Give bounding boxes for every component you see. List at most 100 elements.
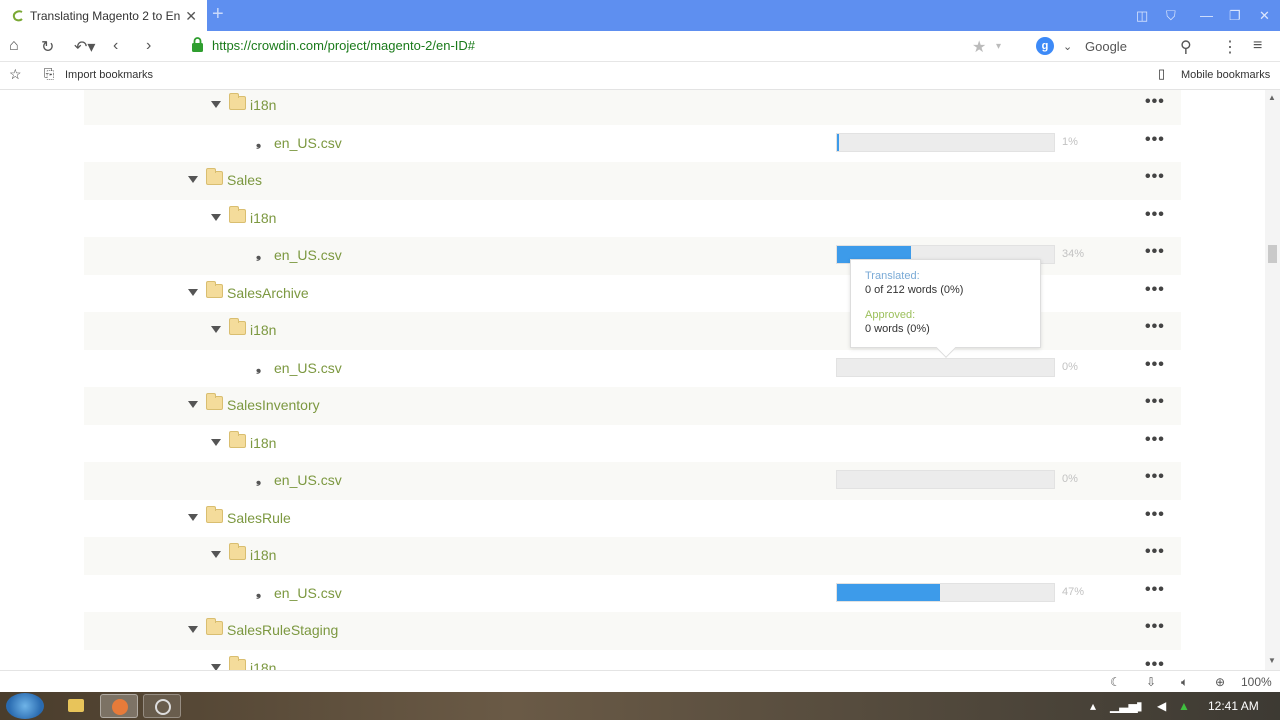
expand-arrow-icon[interactable]	[211, 326, 221, 333]
file-name[interactable]: en_US.csv	[274, 472, 342, 488]
explorer-taskbar-icon[interactable]	[57, 694, 95, 718]
folder-row[interactable]: SalesRuleStaging •••	[84, 612, 1181, 650]
browser-taskbar-icon[interactable]	[100, 694, 138, 718]
progress-bar[interactable]	[836, 132, 1055, 152]
undo-close-icon[interactable]: ↶▾	[74, 37, 95, 57]
more-options-icon[interactable]: •••	[1145, 243, 1165, 261]
folder-row[interactable]: SalesRule •••	[84, 500, 1181, 538]
download-icon[interactable]: ⇩	[1146, 675, 1156, 689]
search-engine-icon[interactable]: g	[1036, 37, 1054, 55]
back-icon[interactable]: ‹	[113, 37, 118, 55]
more-options-icon[interactable]: •••	[1145, 393, 1165, 411]
skin-icon[interactable]: ⛉	[1166, 8, 1176, 24]
address-bar[interactable]: https://crowdin.com/project/magento-2/en…	[212, 38, 475, 53]
more-options-icon[interactable]: •••	[1145, 506, 1165, 524]
expand-arrow-icon[interactable]	[188, 513, 198, 521]
folder-row[interactable]: i18n •••	[84, 425, 1181, 463]
home-icon[interactable]: ⌂	[9, 37, 19, 55]
more-vertical-icon[interactable]: ⋮	[1222, 37, 1238, 57]
more-options-icon[interactable]: •••	[1145, 431, 1165, 449]
zoom-level[interactable]: 100%	[1241, 675, 1272, 689]
expand-arrow-icon[interactable]	[188, 401, 198, 408]
scroll-down-icon[interactable]: ▼	[1268, 656, 1276, 665]
more-options-icon[interactable]: •••	[1145, 618, 1165, 636]
star-bookmark-icon[interactable]: ★	[972, 37, 986, 57]
file-name[interactable]: en_US.csv	[274, 585, 342, 601]
more-options-icon[interactable]: •••	[1145, 543, 1165, 561]
more-options-icon[interactable]: •••	[1145, 318, 1165, 336]
expand-arrow-icon[interactable]	[211, 213, 221, 221]
night-mode-icon[interactable]: ☾	[1110, 675, 1121, 689]
forward-icon[interactable]: ›	[146, 37, 151, 55]
folder-name[interactable]: SalesRule	[227, 510, 291, 526]
browser-tab[interactable]: Translating Magento 2 to Engl ✕	[0, 0, 207, 31]
folder-name[interactable]: i18n	[250, 660, 276, 671]
expand-arrow-icon[interactable]	[211, 438, 221, 446]
folder-name[interactable]: i18n	[250, 322, 276, 338]
progress-bar[interactable]	[836, 582, 1055, 602]
minimize-icon[interactable]: —	[1200, 8, 1213, 23]
zoom-icon[interactable]: ⊕	[1215, 675, 1225, 689]
show-hidden-icons-icon[interactable]: ▴	[1090, 699, 1096, 713]
file-row[interactable]: ❟ en_US.csv 47% •••	[84, 575, 1181, 613]
progress-bar[interactable]	[836, 357, 1055, 377]
expand-arrow-icon[interactable]	[188, 176, 198, 183]
mobile-bookmarks-link[interactable]: Mobile bookmarks	[1181, 69, 1270, 81]
folder-row[interactable]: i18n •••	[84, 200, 1181, 238]
more-options-icon[interactable]: •••	[1145, 356, 1165, 374]
scrollbar-thumb[interactable]	[1268, 245, 1277, 263]
expand-arrow-icon[interactable]	[188, 626, 198, 633]
menu-icon[interactable]: ≡	[1253, 37, 1262, 55]
folder-row[interactable]: Sales •••	[84, 162, 1181, 200]
more-options-icon[interactable]: •••	[1145, 656, 1165, 671]
battery-icon[interactable]: ▮	[1136, 699, 1143, 713]
file-row[interactable]: ❟ en_US.csv 1% •••	[84, 125, 1181, 163]
app-taskbar-icon[interactable]	[143, 694, 181, 718]
search-engine-label[interactable]: Google	[1085, 39, 1127, 54]
folder-row[interactable]: i18n •••	[84, 650, 1181, 671]
progress-bar[interactable]	[836, 470, 1055, 489]
import-bookmarks-link[interactable]: Import bookmarks	[65, 69, 153, 81]
tab-close-icon[interactable]: ✕	[185, 8, 197, 25]
tray-app-icon[interactable]: ▲	[1178, 699, 1190, 713]
file-name[interactable]: en_US.csv	[274, 135, 342, 151]
restore-icon[interactable]: ❐	[1229, 8, 1241, 24]
more-options-icon[interactable]: •••	[1145, 131, 1165, 149]
window-close-icon[interactable]: ✕	[1259, 8, 1270, 24]
reload-icon[interactable]: ↻	[41, 37, 54, 57]
start-button[interactable]	[6, 693, 44, 719]
scroll-up-icon[interactable]: ▲	[1268, 93, 1276, 102]
network-icon[interactable]: ▁▃▅	[1110, 699, 1138, 713]
folder-row[interactable]: i18n •••	[84, 90, 1181, 125]
file-row[interactable]: ❟ en_US.csv 0% •••	[84, 350, 1181, 388]
volume-icon[interactable]: 🔈︎	[1181, 675, 1188, 690]
folder-name[interactable]: Sales	[227, 172, 262, 188]
expand-arrow-icon[interactable]	[211, 551, 221, 558]
file-name[interactable]: en_US.csv	[274, 247, 342, 263]
folder-row[interactable]: i18n •••	[84, 537, 1181, 575]
chevron-down-icon[interactable]: ⌄	[1063, 40, 1072, 53]
more-options-icon[interactable]: •••	[1145, 168, 1165, 186]
folder-name[interactable]: i18n	[250, 435, 276, 451]
dropdown-icon[interactable]: ▾	[996, 41, 1001, 52]
more-options-icon[interactable]: •••	[1145, 281, 1165, 299]
speaker-icon[interactable]: ◀	[1157, 699, 1166, 713]
file-name[interactable]: en_US.csv	[274, 360, 342, 376]
expand-arrow-icon[interactable]	[211, 101, 221, 108]
folder-name[interactable]: i18n	[250, 97, 276, 113]
folder-name[interactable]: SalesInventory	[227, 397, 320, 413]
more-options-icon[interactable]: •••	[1145, 93, 1165, 111]
folder-name[interactable]: i18n	[250, 210, 276, 226]
new-tab-icon[interactable]: +	[212, 3, 224, 26]
more-options-icon[interactable]: •••	[1145, 468, 1165, 486]
tile-icon[interactable]: ◫	[1136, 8, 1148, 24]
expand-arrow-icon[interactable]	[188, 288, 198, 296]
search-icon[interactable]: ⚲	[1180, 37, 1192, 57]
more-options-icon[interactable]: •••	[1145, 206, 1165, 224]
clock[interactable]: 12:41 AM	[1208, 699, 1259, 713]
folder-name[interactable]: SalesRuleStaging	[227, 622, 338, 638]
scrollbar[interactable]: ▲ ▼	[1265, 90, 1280, 670]
file-row[interactable]: ❟ en_US.csv 0% •••	[84, 462, 1181, 500]
folder-name[interactable]: i18n	[250, 547, 276, 563]
star-icon[interactable]: ☆	[9, 66, 22, 83]
